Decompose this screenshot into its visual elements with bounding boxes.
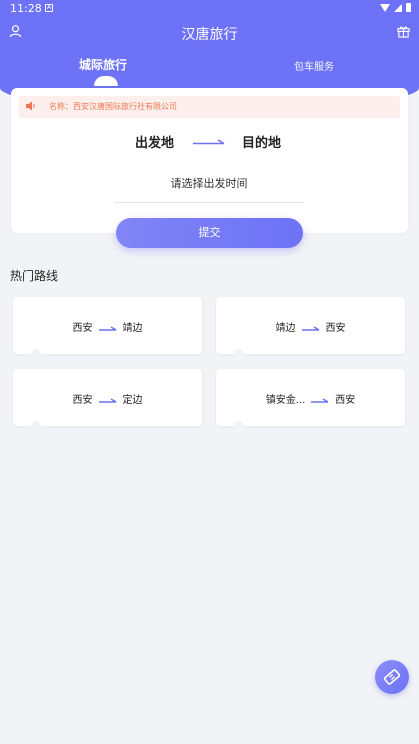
arrow-right-icon: [301, 325, 319, 331]
route-card[interactable]: 镇安金... 西安: [216, 369, 405, 431]
arrow-right-icon: [193, 139, 225, 145]
arrow-right-icon: [98, 397, 116, 403]
notification-icon: A: [45, 4, 53, 12]
ticket-icon: [383, 669, 401, 685]
departure-field[interactable]: 出发地: [135, 132, 174, 151]
route-from: 镇安金...: [265, 395, 306, 406]
route-to: 定边: [122, 395, 143, 406]
route-from: 西安: [72, 395, 93, 406]
wifi-icon: [380, 3, 390, 12]
status-time: 11:28: [10, 2, 42, 15]
route-to: 靖边: [122, 323, 143, 334]
page-title: 汉唐旅行: [181, 27, 238, 43]
route-to: 西安: [325, 323, 346, 334]
tab-indicator: [94, 76, 118, 86]
gift-icon[interactable]: [397, 24, 410, 38]
route-card[interactable]: 靖边 西安: [216, 297, 405, 359]
departure-time-field[interactable]: 请选择出发时间: [114, 170, 304, 203]
speaker-icon: [26, 101, 35, 111]
hot-routes-title: 热门路线: [10, 269, 59, 283]
battery-icon: [406, 3, 411, 12]
submit-button[interactable]: 提交: [116, 218, 303, 248]
route-to: 西安: [335, 395, 356, 406]
signal-icon: [394, 3, 402, 12]
route-selector: 出发地 目的地: [11, 132, 408, 152]
route-card[interactable]: 西安 靖边: [13, 297, 202, 359]
ticket-fab-button[interactable]: [375, 660, 409, 694]
notice-text: 名称：西安汉唐国际旅行社有限公司: [49, 102, 177, 111]
tab-intercity[interactable]: 城际旅行: [79, 56, 127, 73]
notice-bar: 名称：西安汉唐国际旅行社有限公司: [19, 96, 400, 118]
tab-charter[interactable]: 包车服务: [294, 58, 334, 73]
route-card[interactable]: 西安 定边: [13, 369, 202, 431]
arrow-right-icon: [98, 325, 116, 331]
route-from: 靖边: [275, 323, 296, 334]
departure-time-placeholder: 请选择出发时间: [170, 177, 248, 190]
arrow-right-icon: [311, 397, 329, 403]
destination-field[interactable]: 目的地: [242, 132, 281, 151]
route-from: 西安: [72, 323, 93, 334]
booking-card: 名称：西安汉唐国际旅行社有限公司 出发地 目的地 请选择出发时间: [11, 88, 408, 233]
tab-bar: 城际旅行 包车服务: [0, 54, 419, 86]
app-bar: 汉唐旅行: [0, 18, 419, 48]
status-bar: 11:28 A: [0, 0, 419, 18]
